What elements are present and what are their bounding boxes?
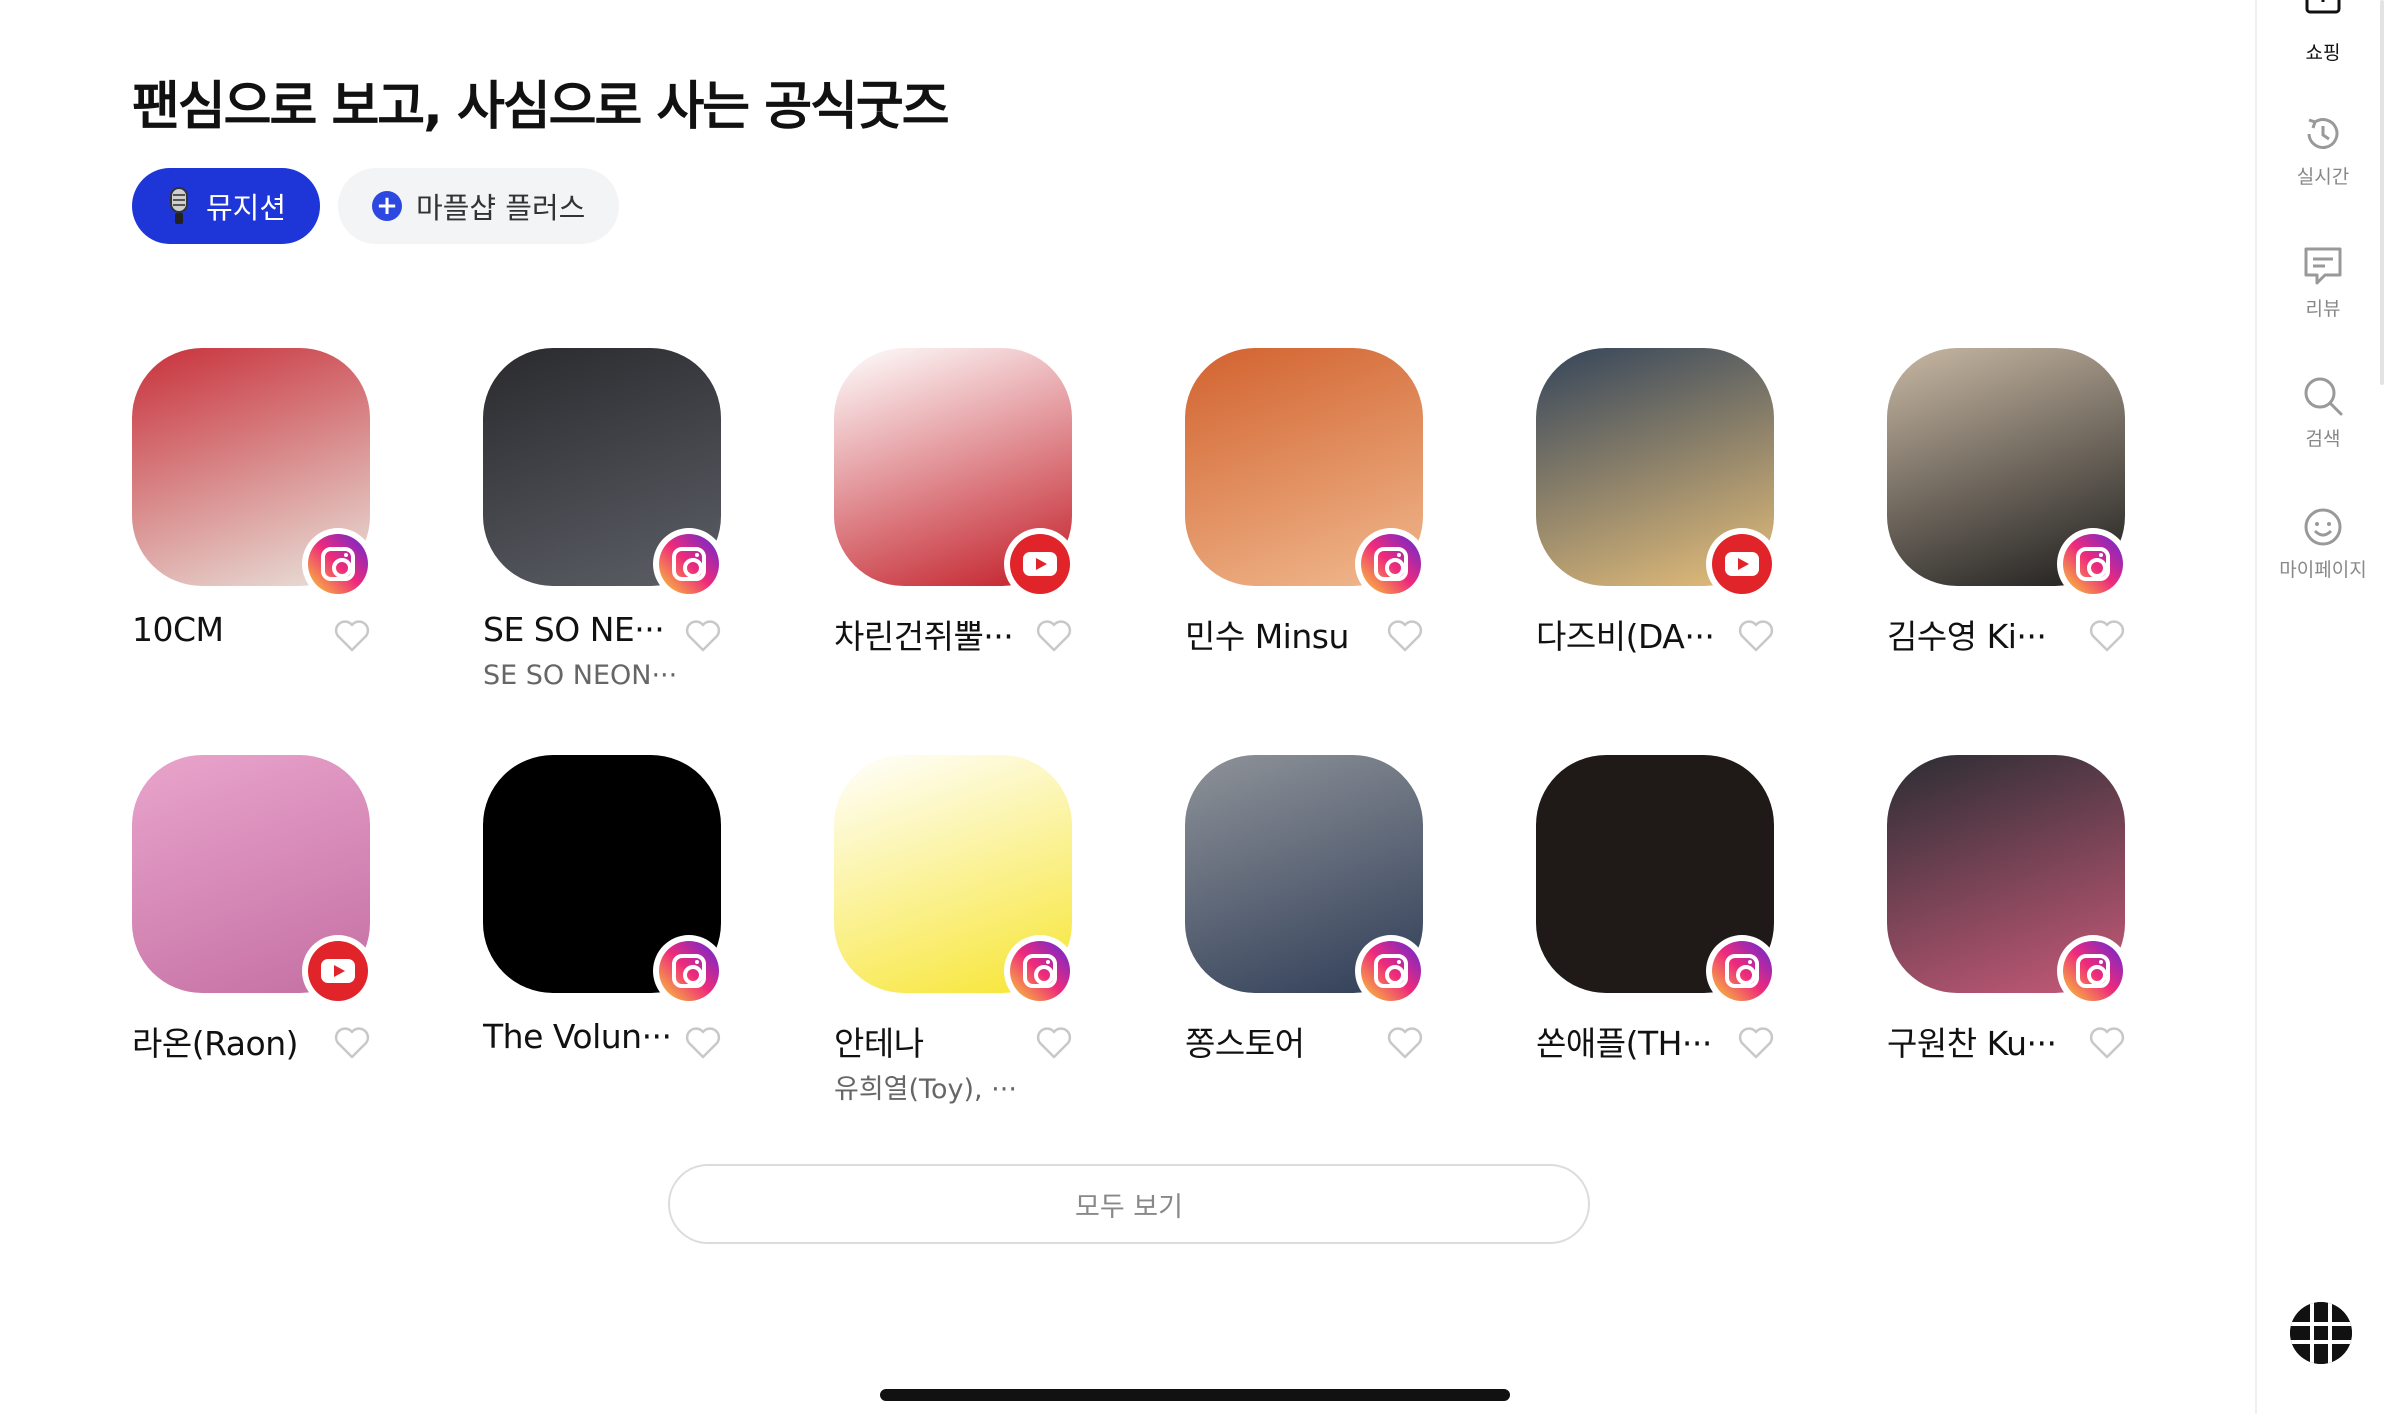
instagram-icon [1361,941,1421,1001]
instagram-logo [672,547,706,581]
sidebar-label: 검색 [2305,428,2341,450]
youtube-badge[interactable] [1706,528,1778,600]
youtube-icon [308,941,368,1001]
instagram-icon [2063,941,2123,1001]
artist-name[interactable]: 구원찬 Ku··· [1887,1017,2087,1065]
home-indicator [880,1389,1510,1401]
chip-marpple-plus[interactable]: + 마플샵 플러스 [338,168,620,244]
instagram-logo [1023,954,1057,988]
scrollbar[interactable] [2380,0,2384,385]
instagram-icon [1712,941,1772,1001]
sidebar-label: 리뷰 [2305,298,2341,320]
youtube-badge[interactable] [302,935,374,1007]
page-title: 팬심으로 보고, 사심으로 사는 공식굿즈 [132,77,950,137]
sidebar-label: 쇼핑 [2305,42,2341,64]
sidebar-label: 실시간 [2296,166,2350,188]
chip-musician[interactable]: 뮤지션 [132,168,321,244]
instagram-logo [321,547,355,581]
instagram-logo [1725,954,1759,988]
mypage-icon [2304,508,2342,546]
instagram-badge[interactable] [653,528,725,600]
heart-icon[interactable] [683,1023,723,1063]
chip-label: 뮤지션 [206,191,287,225]
category-chips: 뮤지션 + 마플샵 플러스 [132,168,620,244]
instagram-logo [672,954,706,988]
youtube-logo [1023,552,1057,576]
plus-circle-icon: + [372,191,403,221]
microphone-icon [170,187,188,224]
instagram-icon [659,941,719,1001]
realtime-icon [2307,118,2339,149]
artist-name[interactable]: 다즈비(DA··· [1536,610,1736,658]
instagram-logo [2076,954,2110,988]
view-all-button[interactable]: 모두 보기 [668,1164,1590,1244]
grid-menu-button[interactable] [2290,1302,2352,1364]
heart-icon[interactable] [683,616,723,656]
artist-name[interactable]: 10CM [132,610,332,649]
artist-name[interactable]: SE SO NE··· [483,610,683,649]
artist-name[interactable]: 민수 Minsu [1185,610,1385,658]
instagram-logo [1374,547,1408,581]
artist-name[interactable]: 차린건쥐뿔··· [834,610,1034,658]
youtube-logo [1725,552,1759,576]
heart-icon[interactable] [332,616,372,656]
instagram-badge[interactable] [1004,935,1076,1007]
artist-subtitle: 유희열(Toy), ··· [834,1074,1017,1105]
artist-name[interactable]: 라온(Raon) [132,1017,332,1065]
sidebar-item-search[interactable]: 검색 [2257,374,2387,451]
heart-icon[interactable] [1385,616,1425,656]
heart-icon[interactable] [1736,616,1776,656]
heart-icon[interactable] [332,1023,372,1063]
artist-name[interactable]: 쏜애플(TH··· [1536,1017,1736,1065]
artist-name[interactable]: 쫑스토어 [1185,1017,1385,1065]
main-content: 팬심으로 보고, 사심으로 사는 공식굿즈 뮤지션 + 마플샵 플러스 10CM… [0,0,2255,1414]
heart-icon[interactable] [1385,1023,1425,1063]
instagram-icon [308,534,368,594]
youtube-icon [1010,534,1070,594]
heart-icon[interactable] [2087,1023,2127,1063]
heart-icon[interactable] [1736,1023,1776,1063]
instagram-icon [1361,534,1421,594]
heart-icon[interactable] [1034,1023,1074,1063]
grid-icon [2290,1302,2352,1364]
instagram-badge[interactable] [653,935,725,1007]
instagram-icon [1010,941,1070,1001]
youtube-logo [321,959,355,983]
instagram-logo [2076,547,2110,581]
artist-subtitle: SE SO NEON··· [483,660,678,691]
instagram-icon [2063,534,2123,594]
instagram-badge[interactable] [1355,935,1427,1007]
artist-name[interactable]: 김수영 Ki··· [1887,610,2087,658]
chip-label: 마플샵 플러스 [416,191,586,225]
youtube-badge[interactable] [1004,528,1076,600]
sidebar-item-review[interactable]: 리뷰 [2257,244,2387,321]
heart-icon[interactable] [1034,616,1074,656]
shopping-icon [2305,0,2341,14]
sidebar-item-shopping[interactable]: 쇼핑 [2257,0,2387,65]
review-icon [2304,247,2342,285]
sidebar-item-realtime[interactable]: 실시간 [2257,112,2387,189]
instagram-badge[interactable] [1706,935,1778,1007]
instagram-badge[interactable] [2057,528,2129,600]
heart-icon[interactable] [2087,616,2127,656]
instagram-badge[interactable] [2057,935,2129,1007]
right-sidebar: 쇼핑 실시간 리뷰 검색 마이페이지 [2255,0,2387,1414]
search-icon [2304,377,2343,416]
artist-name[interactable]: 안테나 [834,1017,1034,1065]
instagram-badge[interactable] [302,528,374,600]
youtube-icon [1712,534,1772,594]
sidebar-label: 마이페이지 [2279,559,2367,581]
artist-name[interactable]: The Volun··· [483,1017,683,1056]
instagram-badge[interactable] [1355,528,1427,600]
instagram-logo [1374,954,1408,988]
sidebar-item-mypage[interactable]: 마이페이지 [2257,505,2387,582]
instagram-icon [659,534,719,594]
